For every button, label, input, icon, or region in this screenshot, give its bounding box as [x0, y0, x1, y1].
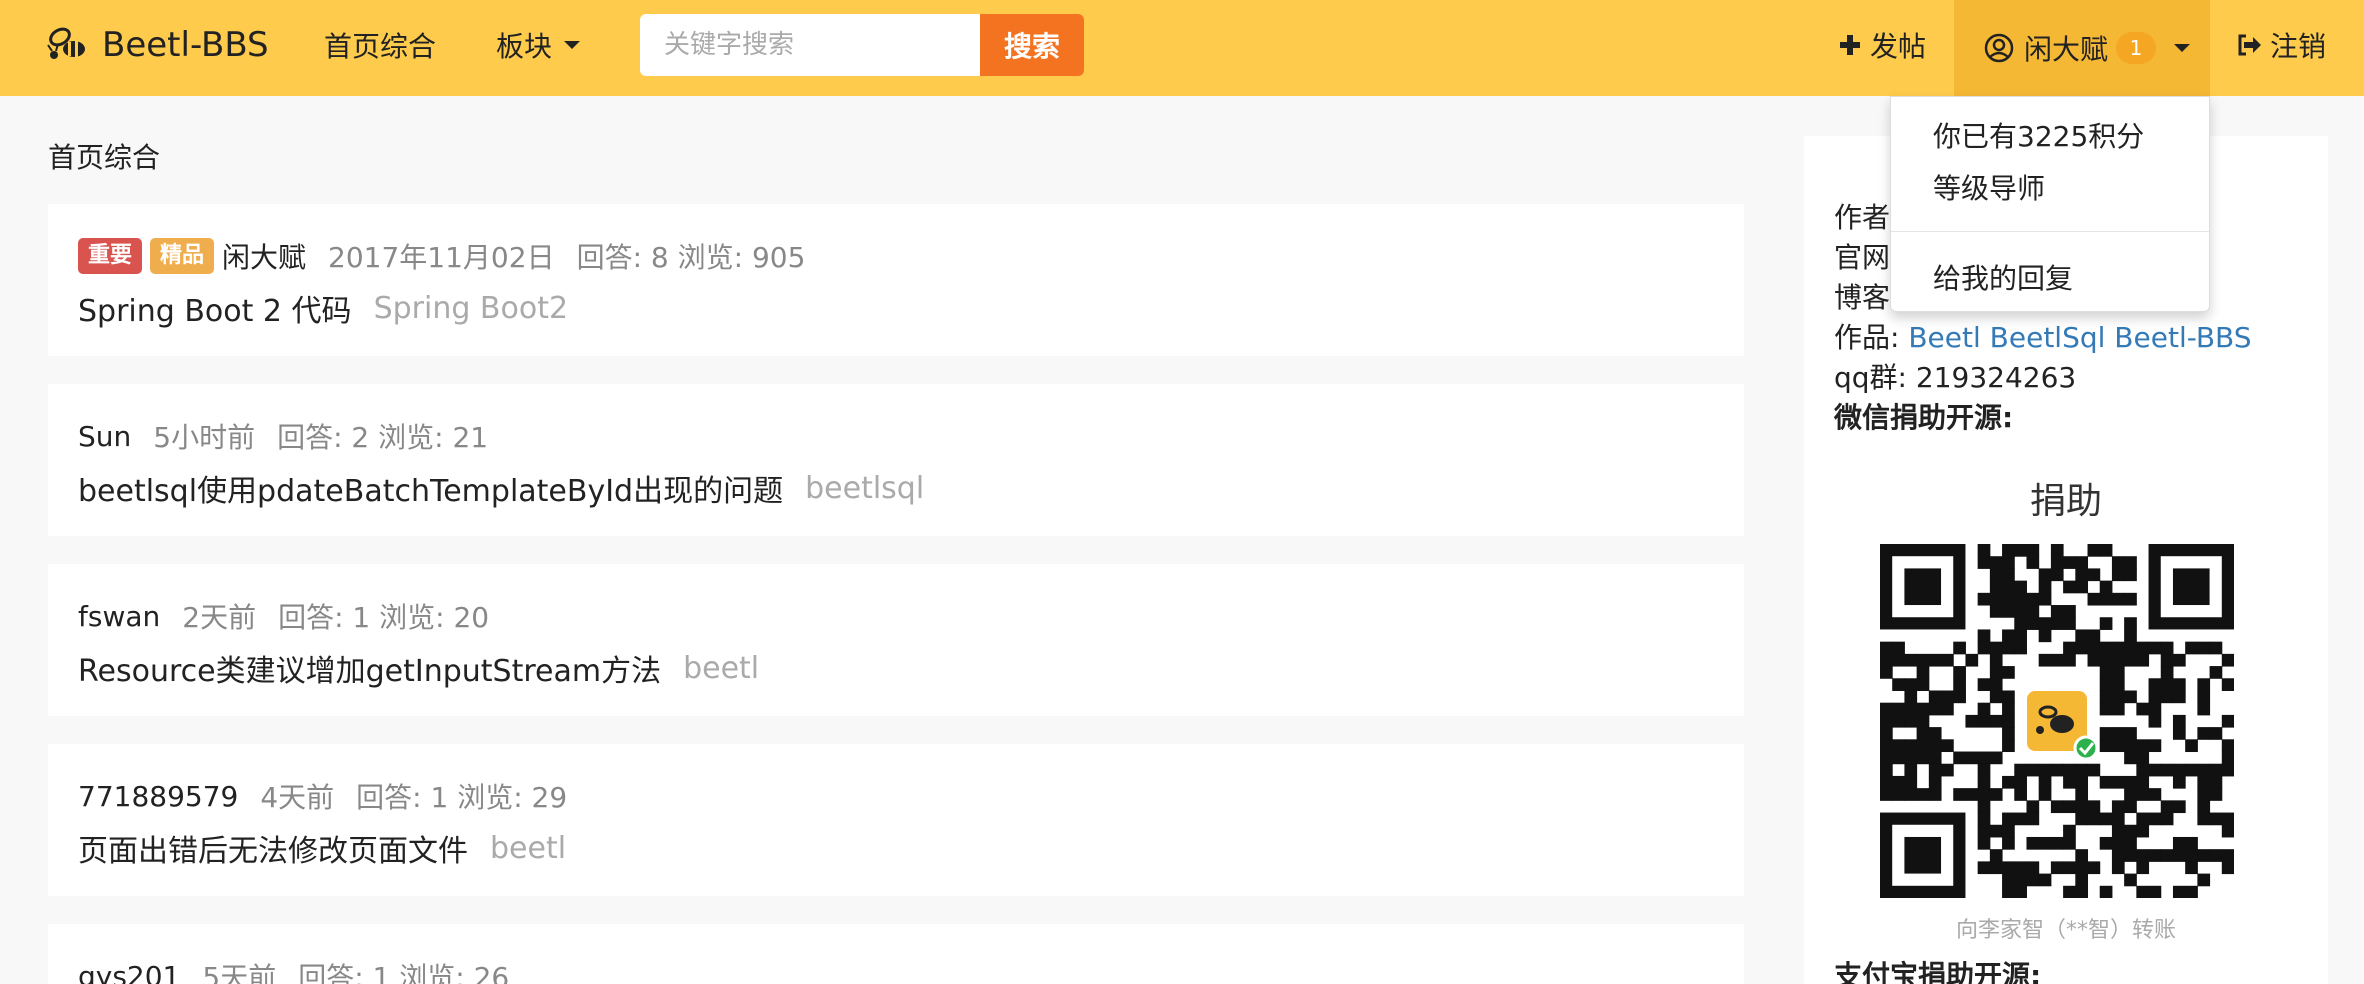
post-time: 5天前 [202, 961, 277, 984]
new-post-button[interactable]: 发帖 [1838, 0, 1926, 90]
sidebar-qq-row: qq群: 219324263 [1834, 356, 2076, 396]
dropdown-item-level[interactable]: 等级导师 [1933, 167, 2045, 207]
post-title-link[interactable]: beetlsql使用pdateBatchTemplateById出现的问题 [78, 466, 783, 510]
chevron-down-icon [2174, 44, 2191, 52]
chevron-down-icon [564, 41, 581, 49]
post-author[interactable]: 闲大赋 [222, 236, 306, 276]
post-meta: fswan 2天前 回答: 1 浏览: 20 [78, 594, 511, 638]
post-author[interactable]: 771889579 [78, 780, 238, 813]
brand-logo-link[interactable]: Beetl-BBS [46, 0, 269, 90]
post-title-row: Resource类建议增加getInputStream方法 beetl [78, 646, 759, 690]
sidebar-works-row: 作品: Beetl BeetlSql Beetl-BBS [1834, 316, 2252, 356]
nav-boards-label: 板块 [496, 30, 553, 63]
search-button[interactable]: 搜索 [980, 14, 1084, 76]
post-item[interactable]: fswan 2天前 回答: 1 浏览: 20 Resource类建议增加getI… [48, 564, 1744, 716]
tag-important-badge: 重要 [78, 238, 143, 274]
post-time: 4天前 [260, 781, 335, 814]
post-meta: gys201 5天前 回答: 1 浏览: 26 [78, 954, 531, 984]
top-navbar: Beetl-BBS 首页综合 板块 搜索 发帖 闲大赋 1 注销 [0, 0, 2364, 96]
nav-boards-dropdown[interactable]: 板块 [496, 0, 581, 90]
search-input[interactable] [640, 14, 980, 76]
post-author[interactable]: Sun [78, 420, 131, 453]
sidebar-author-label: 作者 [1834, 201, 1891, 234]
post-time: 2天前 [182, 601, 257, 634]
sidebar-blog-label: 博客 [1834, 281, 1891, 314]
username-label: 闲大赋 [2024, 33, 2109, 66]
dropdown-item-my-replies[interactable]: 给我的回复 [1933, 257, 2073, 297]
post-board-link[interactable]: beetl [683, 651, 759, 686]
post-item[interactable]: gys201 5天前 回答: 1 浏览: 26 [48, 924, 1744, 984]
post-title-link[interactable]: Resource类建议增加getInputStream方法 [78, 646, 661, 690]
post-meta: 771889579 4天前 回答: 1 浏览: 29 [78, 774, 589, 818]
post-author[interactable]: fswan [78, 600, 160, 633]
post-stats: 回答: 1 浏览: 20 [278, 601, 490, 634]
nav-home-link[interactable]: 首页综合 [324, 0, 436, 90]
breadcrumb: 首页综合 [48, 141, 161, 174]
dropdown-divider [1891, 231, 2209, 232]
post-stats: 回答: 2 浏览: 21 [277, 421, 489, 454]
donate-title: 捐助 [2029, 481, 2102, 522]
sidebar-wechat-donate-label: 微信捐助开源: [1834, 401, 2014, 434]
post-board-link[interactable]: beetlsql [805, 471, 924, 506]
sidebar-site-label: 官网 [1834, 241, 1891, 274]
wechat-qr-code-icon [1880, 544, 2234, 898]
post-title-row: 页面出错后无法修改页面文件 beetl [78, 826, 566, 870]
sidebar-alipay-donate-label: 支付宝捐助开源: [1834, 959, 2042, 984]
post-board-link[interactable]: beetl [490, 831, 566, 866]
user-dropdown-menu: 你已有3225积分 等级导师 给我的回复 [1890, 96, 2210, 312]
dropdown-item-points[interactable]: 你已有3225积分 [1933, 115, 2144, 155]
post-title-link[interactable]: 页面出错后无法修改页面文件 [78, 826, 468, 870]
post-meta: 重要 精品 闲大赋 2017年11月02日 回答: 8 浏览: 905 [78, 234, 827, 278]
post-item[interactable]: Sun 5小时前 回答: 2 浏览: 21 beetlsql使用pdateBat… [48, 384, 1744, 536]
post-author[interactable]: gys201 [78, 960, 180, 984]
qr-caption: 向李家智（**智）转账 [1955, 918, 2176, 943]
sidebar-works-label: 作品: [1834, 321, 1900, 354]
post-meta: Sun 5小时前 回答: 2 浏览: 21 [78, 414, 510, 458]
post-title-row: Spring Boot 2 代码 Spring Boot2 [78, 286, 568, 330]
post-board-link[interactable]: Spring Boot2 [374, 291, 569, 326]
tag-featured-badge: 精品 [150, 238, 215, 274]
post-stats: 回答: 1 浏览: 29 [356, 781, 568, 814]
sidebar-qq-label: qq群: [1834, 361, 1907, 394]
post-item[interactable]: 重要 精品 闲大赋 2017年11月02日 回答: 8 浏览: 905 Spri… [48, 204, 1744, 356]
post-time: 2017年11月02日 [328, 241, 555, 274]
bee-logo-icon [47, 27, 85, 59]
user-menu-toggle[interactable]: 闲大赋 1 [1954, 0, 2210, 96]
post-title-link[interactable]: Spring Boot 2 代码 [78, 286, 352, 330]
post-title-row: beetlsql使用pdateBatchTemplateById出现的问题 be… [78, 466, 924, 510]
sign-out-icon [2238, 34, 2261, 56]
sidebar-works-link[interactable]: Beetl BeetlSql Beetl-BBS [1908, 321, 2251, 354]
new-post-label: 发帖 [1870, 30, 1927, 63]
post-stats: 回答: 8 浏览: 905 [576, 241, 806, 274]
notification-badge: 1 [2116, 32, 2157, 64]
post-stats: 回答: 1 浏览: 26 [298, 961, 510, 984]
user-circle-icon [1984, 33, 2014, 63]
logout-button[interactable]: 注销 [2236, 0, 2326, 90]
logout-label: 注销 [2270, 30, 2327, 63]
post-time: 5小时前 [153, 421, 256, 454]
post-item[interactable]: 771889579 4天前 回答: 1 浏览: 29 页面出错后无法修改页面文件… [48, 744, 1744, 896]
plus-icon [1840, 35, 1860, 55]
brand-name: Beetl-BBS [102, 25, 269, 65]
sidebar-qq-number: 219324263 [1915, 361, 2077, 394]
